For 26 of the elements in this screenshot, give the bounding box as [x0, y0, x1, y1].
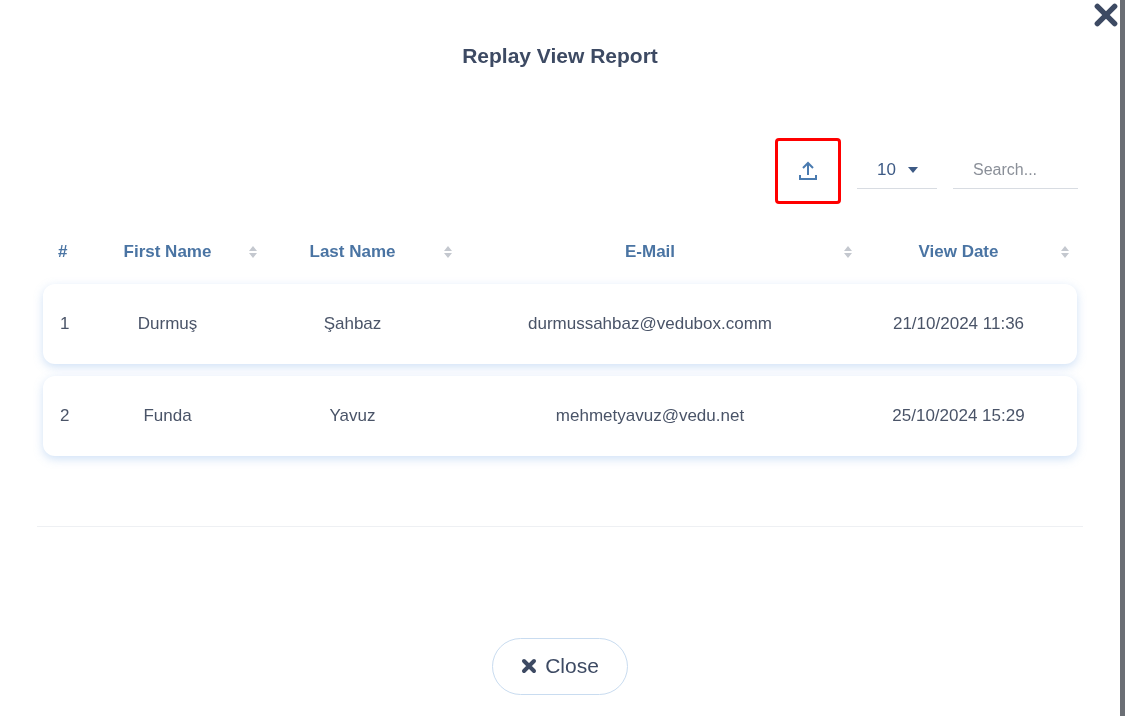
table-cell-text: mehmetyavuz@vedu.net [555, 404, 745, 427]
table-cell-text: 1 [60, 312, 70, 335]
column-header: # [58, 240, 68, 263]
table-cell-text: Funda [143, 404, 192, 427]
close-icon[interactable] [1093, 2, 1119, 28]
column-header[interactable]: View Date [918, 238, 999, 265]
column-header[interactable]: First Name [123, 238, 212, 265]
column-header[interactable]: E-Mail [624, 238, 676, 265]
table-cell-text: durmussahbaz@vedubox.comm [527, 312, 772, 335]
page-size-dropdown[interactable]: 10 [857, 152, 937, 189]
column-header[interactable]: Last Name [309, 238, 396, 265]
sort-icon[interactable] [1061, 245, 1069, 258]
table-cell-text: Durmuş [137, 312, 198, 335]
upload-icon[interactable] [797, 159, 819, 182]
sort-icon[interactable] [444, 245, 452, 258]
search-field[interactable]: Search... [953, 152, 1078, 189]
table-cell-text: 25/10/2024 15:29 [892, 404, 1025, 427]
modal-title: Replay View Report [462, 43, 658, 69]
table-cell-text: Yavuz [329, 404, 376, 427]
table-cell-text: Şahbaz [323, 312, 382, 335]
table-cell-text: 2 [60, 404, 70, 427]
sort-icon[interactable] [844, 245, 852, 258]
close-icon [521, 658, 538, 674]
caret-icon [907, 167, 918, 173]
sort-icon[interactable] [249, 245, 257, 258]
table-cell-text: 21/10/2024 11:36 [892, 312, 1025, 335]
